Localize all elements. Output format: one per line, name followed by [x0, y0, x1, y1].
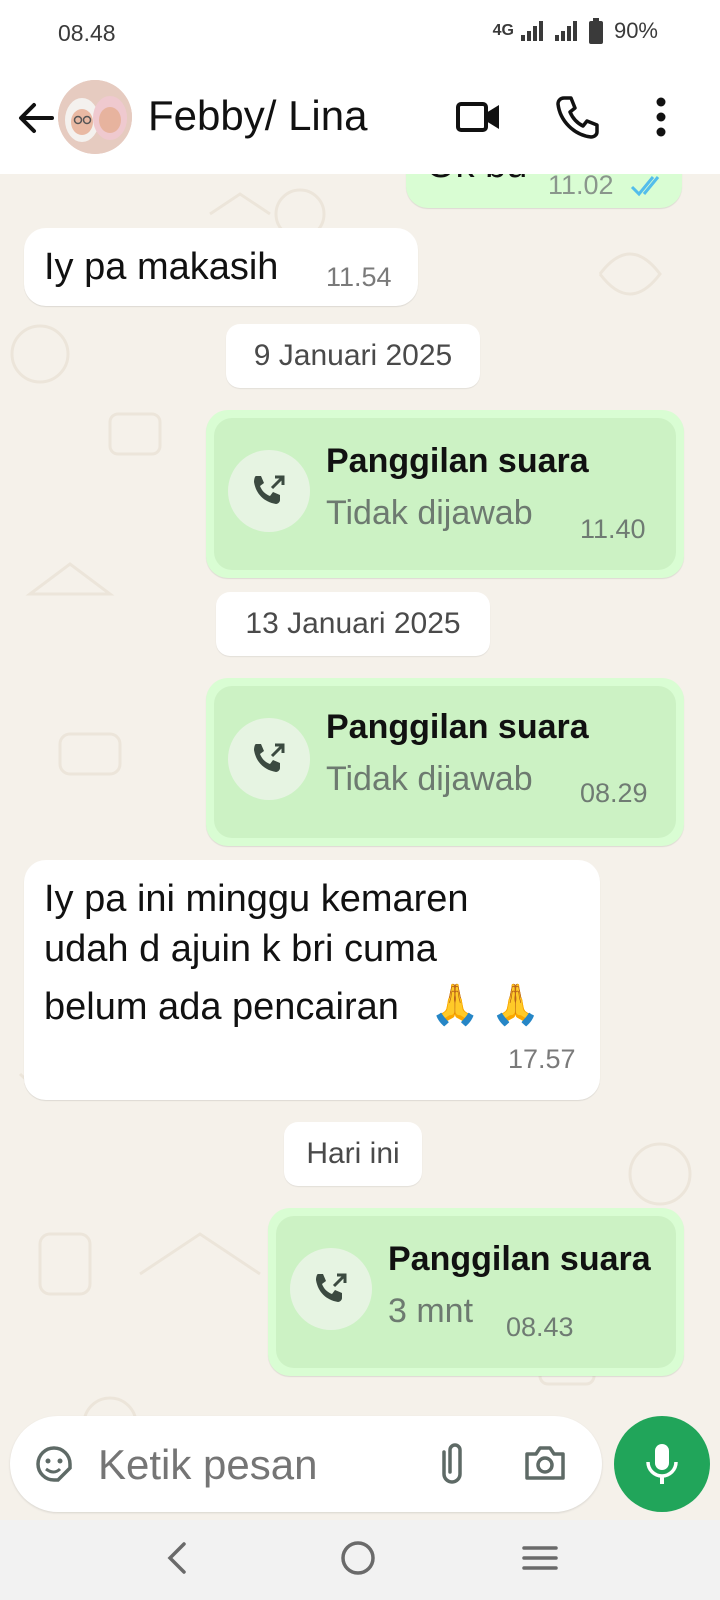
double-check-icon — [630, 176, 660, 197]
attach-icon[interactable] — [430, 1440, 474, 1488]
nav-back-icon[interactable] — [158, 1536, 198, 1580]
outgoing-call-icon — [228, 718, 310, 800]
avatar[interactable] — [58, 80, 132, 154]
chat-header: Febby/ Lina — [0, 66, 720, 174]
message-time: 17.57 — [508, 1044, 576, 1074]
message-text-line: udah d ajuin k bri cuma — [44, 928, 437, 970]
message-text: Ok bu — [426, 174, 527, 194]
call-duration: 3 mnt — [388, 1292, 474, 1330]
call-bubble[interactable]: Panggilan suara Tidak dijawab 11.40 — [206, 410, 684, 578]
sticker-icon[interactable] — [32, 1442, 76, 1486]
date-divider: 13 Januari 2025 — [216, 592, 490, 656]
voice-call-icon[interactable] — [552, 92, 602, 142]
message-time: 08.29 — [580, 778, 648, 808]
signal-icon — [520, 21, 543, 41]
back-arrow-icon[interactable] — [14, 96, 58, 140]
contact-name[interactable]: Febby/ Lina — [148, 92, 367, 140]
message-bubble-outgoing[interactable]: Ok bu 11.02 — [406, 174, 682, 208]
call-status: Tidak dijawab — [326, 760, 533, 798]
more-options-icon[interactable] — [636, 92, 686, 142]
message-bubble-incoming[interactable]: Iy pa makasih 11.54 — [24, 228, 418, 306]
battery-percent: 90% — [613, 18, 658, 43]
message-time: 11.40 — [580, 514, 646, 544]
message-input[interactable] — [98, 1440, 398, 1490]
date-divider: 9 Januari 2025 — [226, 324, 480, 388]
mic-icon — [646, 1444, 678, 1484]
call-title: Panggilan suara — [326, 708, 589, 746]
status-indicators: 4G 90% — [493, 18, 658, 44]
message-composer[interactable] — [10, 1416, 602, 1512]
nav-home-icon[interactable] — [336, 1536, 380, 1580]
message-time: 11.02 — [548, 174, 614, 200]
mic-button[interactable] — [614, 1416, 710, 1512]
video-call-icon[interactable] — [454, 92, 504, 142]
call-status: Tidak dijawab — [326, 494, 533, 532]
call-title: Panggilan suara — [388, 1240, 651, 1278]
date-divider: Hari ini — [284, 1122, 422, 1186]
outgoing-call-icon — [228, 450, 310, 532]
status-bar: 08.48 4G 90% — [0, 0, 720, 66]
network-type: 4G — [492, 22, 514, 39]
call-bubble[interactable]: Panggilan suara 3 mnt 08.43 — [268, 1208, 684, 1376]
camera-icon[interactable] — [522, 1440, 568, 1486]
battery-icon — [588, 18, 603, 44]
status-time: 08.48 — [58, 20, 116, 46]
message-time: 11.54 — [326, 262, 392, 292]
chat-area[interactable]: Ok bu 11.02 Iy pa makasih 11.54 9 Januar… — [0, 174, 720, 1518]
system-nav-bar — [0, 1520, 720, 1600]
call-title: Panggilan suara — [326, 442, 589, 480]
outgoing-call-icon — [290, 1248, 372, 1330]
signal-icon-2 — [554, 21, 577, 41]
message-time: 08.43 — [506, 1312, 574, 1342]
message-text-line: belum ada pencairan — [44, 986, 399, 1028]
call-bubble[interactable]: Panggilan suara Tidak dijawab 08.29 — [206, 678, 684, 846]
message-text: Iy pa makasih — [44, 246, 279, 288]
message-bubble-incoming[interactable]: Iy pa ini minggu kemaren udah d ajuin k … — [24, 860, 600, 1100]
praying-hands-emoji: 🙏 🙏 — [430, 983, 541, 1027]
nav-recents-icon[interactable] — [518, 1536, 562, 1580]
